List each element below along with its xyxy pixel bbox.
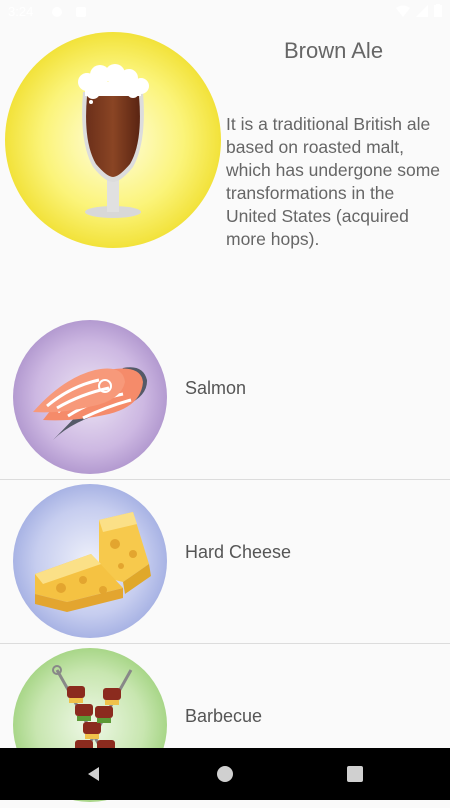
pairing-row-hard-cheese[interactable]: Hard Cheese: [0, 480, 450, 644]
wifi-icon: [396, 5, 410, 17]
status-time: 3:24: [8, 4, 34, 19]
status-icons: [396, 4, 442, 17]
back-icon[interactable]: [84, 764, 104, 784]
pairing-label: Barbecue: [185, 706, 263, 726]
brown-ale-glass-image: [5, 32, 221, 248]
pairing-row-salmon[interactable]: Salmon: [0, 316, 450, 480]
beer-description: It is a traditional British ale based on…: [226, 114, 441, 249]
navigation-bar: [0, 748, 450, 800]
cheese-icon: [13, 484, 167, 638]
home-icon[interactable]: [215, 764, 235, 784]
status-bar: 3:24: [0, 0, 450, 24]
battery-icon: [434, 4, 442, 17]
recents-icon[interactable]: [345, 764, 365, 784]
pairing-label: Hard Cheese: [185, 542, 292, 562]
salmon-icon: [13, 320, 167, 474]
storage-notification-icon: [76, 7, 86, 17]
settings-notification-icon: [52, 7, 62, 17]
pairing-label: Salmon: [185, 378, 247, 398]
signal-icon: [416, 4, 428, 17]
beer-title: Brown Ale: [284, 38, 384, 63]
